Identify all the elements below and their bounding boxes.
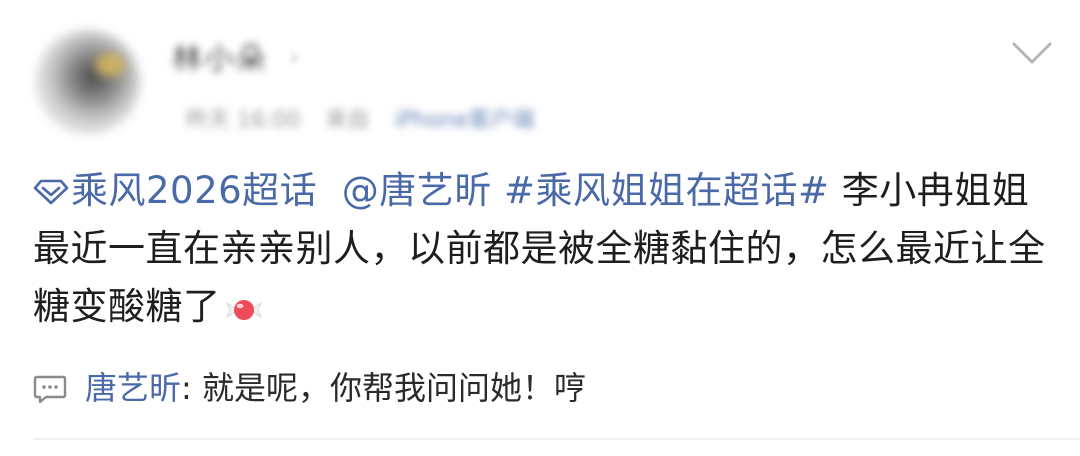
supertopic-link[interactable]: 乘风2026超话 bbox=[33, 169, 317, 212]
post-body: 乘风2026超话 @唐艺昕 #乘风姐姐在超话# 李小冉姐姐最近一直在亲亲别人，以… bbox=[33, 162, 1053, 336]
candy-emoji-icon bbox=[225, 284, 263, 320]
chevron-down-icon[interactable] bbox=[1010, 38, 1054, 68]
divider bbox=[33, 438, 1080, 440]
supertopic-label: 乘风2026超话 bbox=[71, 169, 318, 212]
author-caret: › bbox=[290, 46, 299, 71]
avatar[interactable] bbox=[36, 30, 140, 134]
mention-link[interactable]: @唐艺昕 bbox=[342, 169, 492, 212]
comment-text: 就是呢，你帮我问问她！哼 bbox=[201, 369, 586, 407]
post-time: 昨天 16:00 bbox=[186, 108, 301, 133]
author-name[interactable]: 林小朵 bbox=[172, 40, 268, 80]
comment-bubble-icon bbox=[33, 365, 67, 404]
featured-comment[interactable]: 唐艺昕: 就是呢，你帮我问问她！哼 bbox=[33, 360, 586, 420]
weibo-post-card: 林小朵 › 昨天 16:00 来自 iPhone客户端 乘风2026超话 @唐艺… bbox=[0, 0, 1080, 456]
post-header: 林小朵 › 昨天 16:00 来自 iPhone客户端 bbox=[0, 0, 1080, 160]
avatar-detail bbox=[96, 54, 124, 76]
post-from-label: 来自 bbox=[325, 108, 370, 133]
post-meta: 昨天 16:00 来自 iPhone客户端 bbox=[172, 106, 535, 136]
diamond-supertopic-icon bbox=[33, 164, 69, 205]
comment-separator: : bbox=[181, 369, 202, 407]
comment-author[interactable]: 唐艺昕 bbox=[85, 369, 181, 407]
hashtag-link[interactable]: #乘风姐姐在超话# bbox=[504, 169, 830, 212]
post-source: iPhone客户端 bbox=[394, 108, 535, 133]
